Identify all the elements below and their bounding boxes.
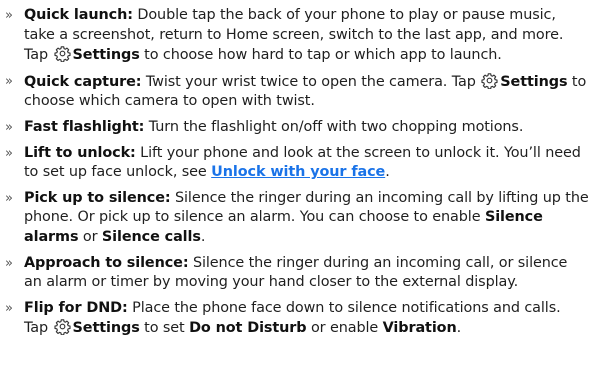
item-title: Quick launch:: [24, 7, 133, 23]
list-item-quick-launch: » Quick launch: Double tap the back of y…: [0, 6, 593, 66]
gesture-feature-list: » Quick launch: Double tap the back of y…: [0, 0, 593, 339]
bullet: »: [5, 300, 13, 316]
gear-icon: [53, 318, 71, 336]
item-text: to choose how hard to tap or which app t…: [139, 47, 502, 64]
do-not-disturb-label: Do not Disturb: [189, 320, 307, 337]
item-text: .: [456, 320, 462, 337]
list-item-pick-up-to-silence: » Pick up to silence: Silence the ringer…: [0, 189, 593, 248]
list-item-fast-flashlight: » Fast flashlight: Turn the flashlight o…: [0, 118, 593, 138]
item-title: Fast flashlight:: [24, 118, 145, 135]
vibration-label: Vibration: [382, 320, 457, 337]
bullet: »: [5, 119, 13, 135]
item-text: Turn the flashlight on/off with two chop…: [144, 118, 524, 135]
item-title: Quick capture:: [24, 73, 142, 90]
bullet: »: [5, 190, 13, 206]
item-title: Approach to silence:: [24, 254, 189, 271]
item-text: or enable: [306, 320, 383, 337]
list-item-lift-to-unlock: » Lift to unlock: Lift your phone and lo…: [0, 144, 593, 183]
silence-calls-label: Silence calls: [101, 228, 201, 245]
list-item-approach-to-silence: » Approach to silence: Silence the ringe…: [0, 254, 593, 293]
item-text: .: [200, 228, 206, 245]
settings-label: Settings: [72, 47, 140, 64]
item-title: Flip for DND:: [24, 299, 128, 316]
settings-label: Settings: [72, 320, 140, 337]
list-item-quick-capture: » Quick capture: Twist your wrist twice …: [0, 72, 593, 112]
unlock-with-face-link[interactable]: Unlock with your face: [211, 164, 385, 180]
item-title: Pick up to silence:: [24, 189, 171, 206]
settings-label: Settings: [500, 73, 568, 90]
item-text: Twist your wrist twice to open the camer…: [141, 73, 481, 90]
gear-icon: [481, 72, 498, 89]
gear-icon: [53, 45, 71, 63]
item-text: or: [78, 228, 102, 245]
item-text: .: [385, 164, 390, 181]
bullet: »: [5, 8, 13, 23]
bullet: »: [5, 255, 13, 271]
bullet: »: [5, 145, 13, 161]
bullet: »: [5, 73, 13, 89]
item-text: to set: [139, 320, 190, 337]
list-item-flip-for-dnd: » Flip for DND: Place the phone face dow…: [0, 299, 593, 339]
item-title: Lift to unlock:: [24, 144, 136, 161]
